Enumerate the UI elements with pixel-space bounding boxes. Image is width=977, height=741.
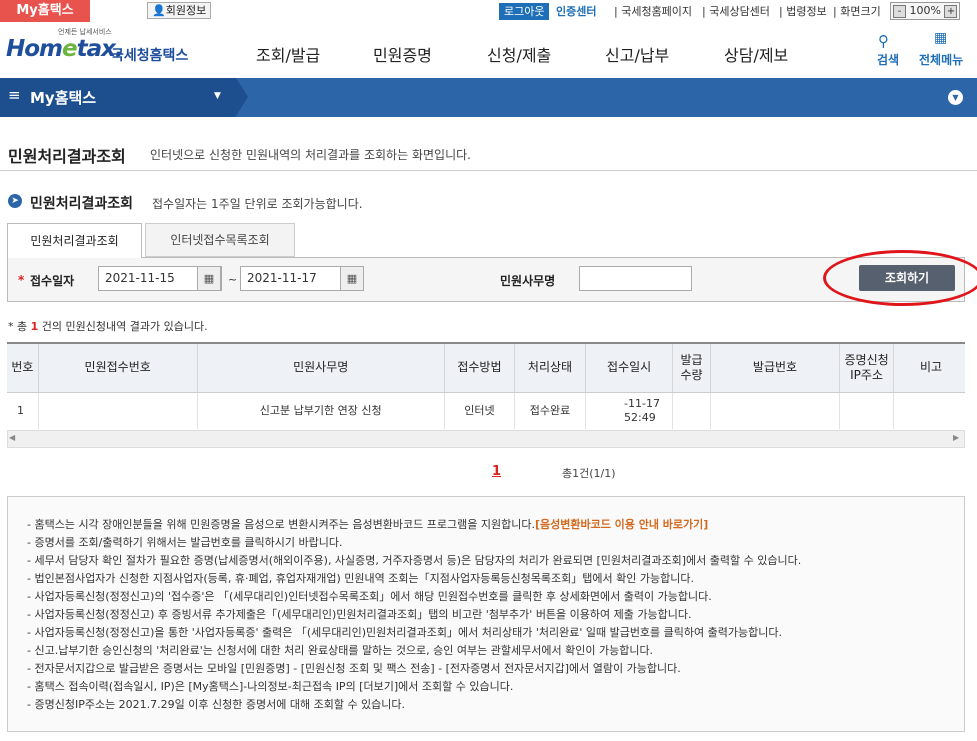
tab-result-inquiry[interactable]: 민원처리결과조회 [7,223,142,258]
notice-line: - 홈택스는 시각 장애인분들을 위해 민원증명을 음성으로 변환시켜주는 음성… [27,518,709,531]
user-icon: 👤 [152,4,166,17]
nav-civil-certificate[interactable]: 민원증명 [373,42,432,66]
notice-line: - 사업자등록신청(정정신고) 후 증빙서류 추가제출은「(세무대리인)민원처리… [27,608,692,621]
receipt-date-label: 접수일자 [30,274,75,288]
scroll-right-icon[interactable]: ▶ [953,433,959,442]
table-row[interactable]: 1 신고분 납부기한 연장 신청 인터넷 접수완료 -11-17 52:49 [7,392,965,429]
myhome-tab[interactable]: My홈택스 [0,0,90,22]
divider [0,170,977,171]
section-title: 민원처리결과조회 [30,196,134,212]
cell-receipt-no[interactable] [38,392,198,429]
notice-line: - 신고.납부기한 승인신청의 '처리완료'는 신청서에 대한 처리 완료상태를… [27,644,654,657]
highlight-ellipse [823,250,977,306]
logo-korean[interactable]: 국세청홈택스 [111,45,188,65]
notice-line: - 법인본점사업자가 신청한 지점사업자(등록, 휴·폐업, 휴업자재개업) 민… [27,572,694,585]
col-header-method: 접수방법 [444,344,515,393]
member-info-button[interactable]: 👤회원정보 [147,2,212,19]
zoom-out-button[interactable]: - [893,4,906,18]
col-header-status: 처리상태 [514,344,587,393]
cell-status: 접수완료 [514,392,587,429]
section-description: 접수일자는 1주일 단위로 조회가능합니다. [152,197,363,211]
required-mark: * [18,273,25,287]
office-name-label: 민원사무명 [500,274,556,288]
notice-line: - 전자문서지갑으로 발급받은 증명서는 모바일 [민원증명] - [민원신청 … [27,662,681,675]
cert-center-link[interactable]: 인증센터 [556,3,596,20]
all-menu-label[interactable]: 전체메뉴 [919,51,963,68]
tab-internet-receipt-list[interactable]: 인터넷접수목록조회 [145,223,295,257]
nav-consult-report[interactable]: 상담/제보 [724,42,788,66]
member-info-label: 회원정보 [165,4,207,17]
cell-ip [839,392,895,429]
notice-line: - 사업자등록신청(정정신고)을 통한 '사업자등록증' 출력은 「(세무대리인… [27,626,782,639]
notice-line: - 증명신청IP주소는 2021.7.29일 이후 신청한 증명서에 대해 조회… [27,698,406,711]
horizontal-scrollbar[interactable] [7,430,965,448]
law-info-link[interactable]: | 법령정보 [779,3,827,20]
date-range-separator: ~ [228,273,238,286]
col-header-issue-no: 발급번호 [710,344,841,393]
grid-header-row: 번호 민원접수번호 민원사무명 접수방법 처리상태 접수일시 발급 수량 발급번… [7,344,965,393]
zoom-value: 100% [909,4,941,17]
cell-issue-no[interactable] [710,392,841,429]
result-grid: 번호 민원접수번호 민원사무명 접수방법 처리상태 접수일시 발급 수량 발급번… [7,342,965,429]
sub-nav-title[interactable]: My홈택스 [30,87,96,108]
cell-datetime: -11-17 52:49 [585,392,674,429]
search-label[interactable]: 검색 [877,51,899,68]
hometax-logo[interactable]: Hometax. [6,36,124,62]
sub-nav-arrow-shape [236,78,248,116]
caret-down-icon[interactable]: ▼ [214,91,221,101]
page-number-current[interactable]: 1 [492,464,501,479]
col-header-note: 비고 [893,344,965,393]
cell-no: 1 [7,392,39,429]
chevron-down-icon[interactable]: ▼ [948,90,963,105]
col-header-receipt-no: 민원접수번호 [38,344,198,393]
nts-consult-link[interactable]: | 국세상담센터 [702,3,770,20]
logout-button[interactable]: 로그아웃 [499,3,550,20]
page-title: 민원처리결과조회 [8,147,126,166]
result-count-text: * 총 1 건의 민원신청내역 결과가 있습니다. [8,320,208,333]
col-header-ip: 증명신청 IP주소 [839,344,895,393]
grid-menu-icon[interactable]: ▦ [934,30,947,46]
nav-inquiry-issue[interactable]: 조회/발급 [256,42,320,66]
screen-size-label: | 화면크기 [833,5,881,18]
calendar-icon[interactable]: ▦ [340,266,364,291]
cell-note [893,392,965,429]
notice-line: - 증명서를 조회/출력하기 위해서는 발급번호를 클릭하시기 바랍니다. [27,536,343,549]
barcode-guide-link[interactable]: [음성변환바코드 이용 안내 바로가기] [535,518,708,531]
hamburger-icon[interactable]: ≡ [8,86,21,104]
page-total-count: 총1건(1/1) [562,467,616,480]
office-name-input[interactable] [579,266,692,291]
calendar-icon[interactable]: ▦ [197,266,221,291]
notice-line: - 홈택스 접속이력(접속일시, IP)은 [My홈택스]-나의정보-최근접속 … [27,680,514,693]
cell-office: 신고분 납부기한 연장 신청 [197,392,445,429]
notice-line: - 사업자등록신청(정정신고)의 '접수증'은 「(세무대리인)인터넷접수목록조… [27,590,712,603]
page-description: 인터넷으로 신청한 민원내역의 처리결과를 조회하는 화면입니다. [150,148,471,162]
arrow-right-circle-icon: ➤ [8,194,22,208]
scroll-left-icon[interactable]: ◀ [9,433,15,442]
col-header-datetime: 접수일시 [585,344,674,393]
zoom-in-button[interactable]: + [944,4,958,18]
cell-method: 인터넷 [444,392,515,429]
col-header-no: 번호 [7,344,39,393]
nav-apply-submit[interactable]: 신청/제출 [487,42,551,66]
col-header-qty: 발급 수량 [672,344,711,393]
notice-line: - 세무서 담당자 확인 절차가 필요한 증명(납세증명서(해외이주용), 사실… [27,554,802,567]
col-header-office: 민원사무명 [197,344,445,393]
search-icon[interactable]: ⚲ [878,32,889,50]
nav-report-pay[interactable]: 신고/납부 [605,42,669,66]
zoom-control: - 100% + [890,2,961,20]
cell-qty [672,392,711,429]
nts-homepage-link[interactable]: | 국세청홈페이지 [614,3,692,20]
